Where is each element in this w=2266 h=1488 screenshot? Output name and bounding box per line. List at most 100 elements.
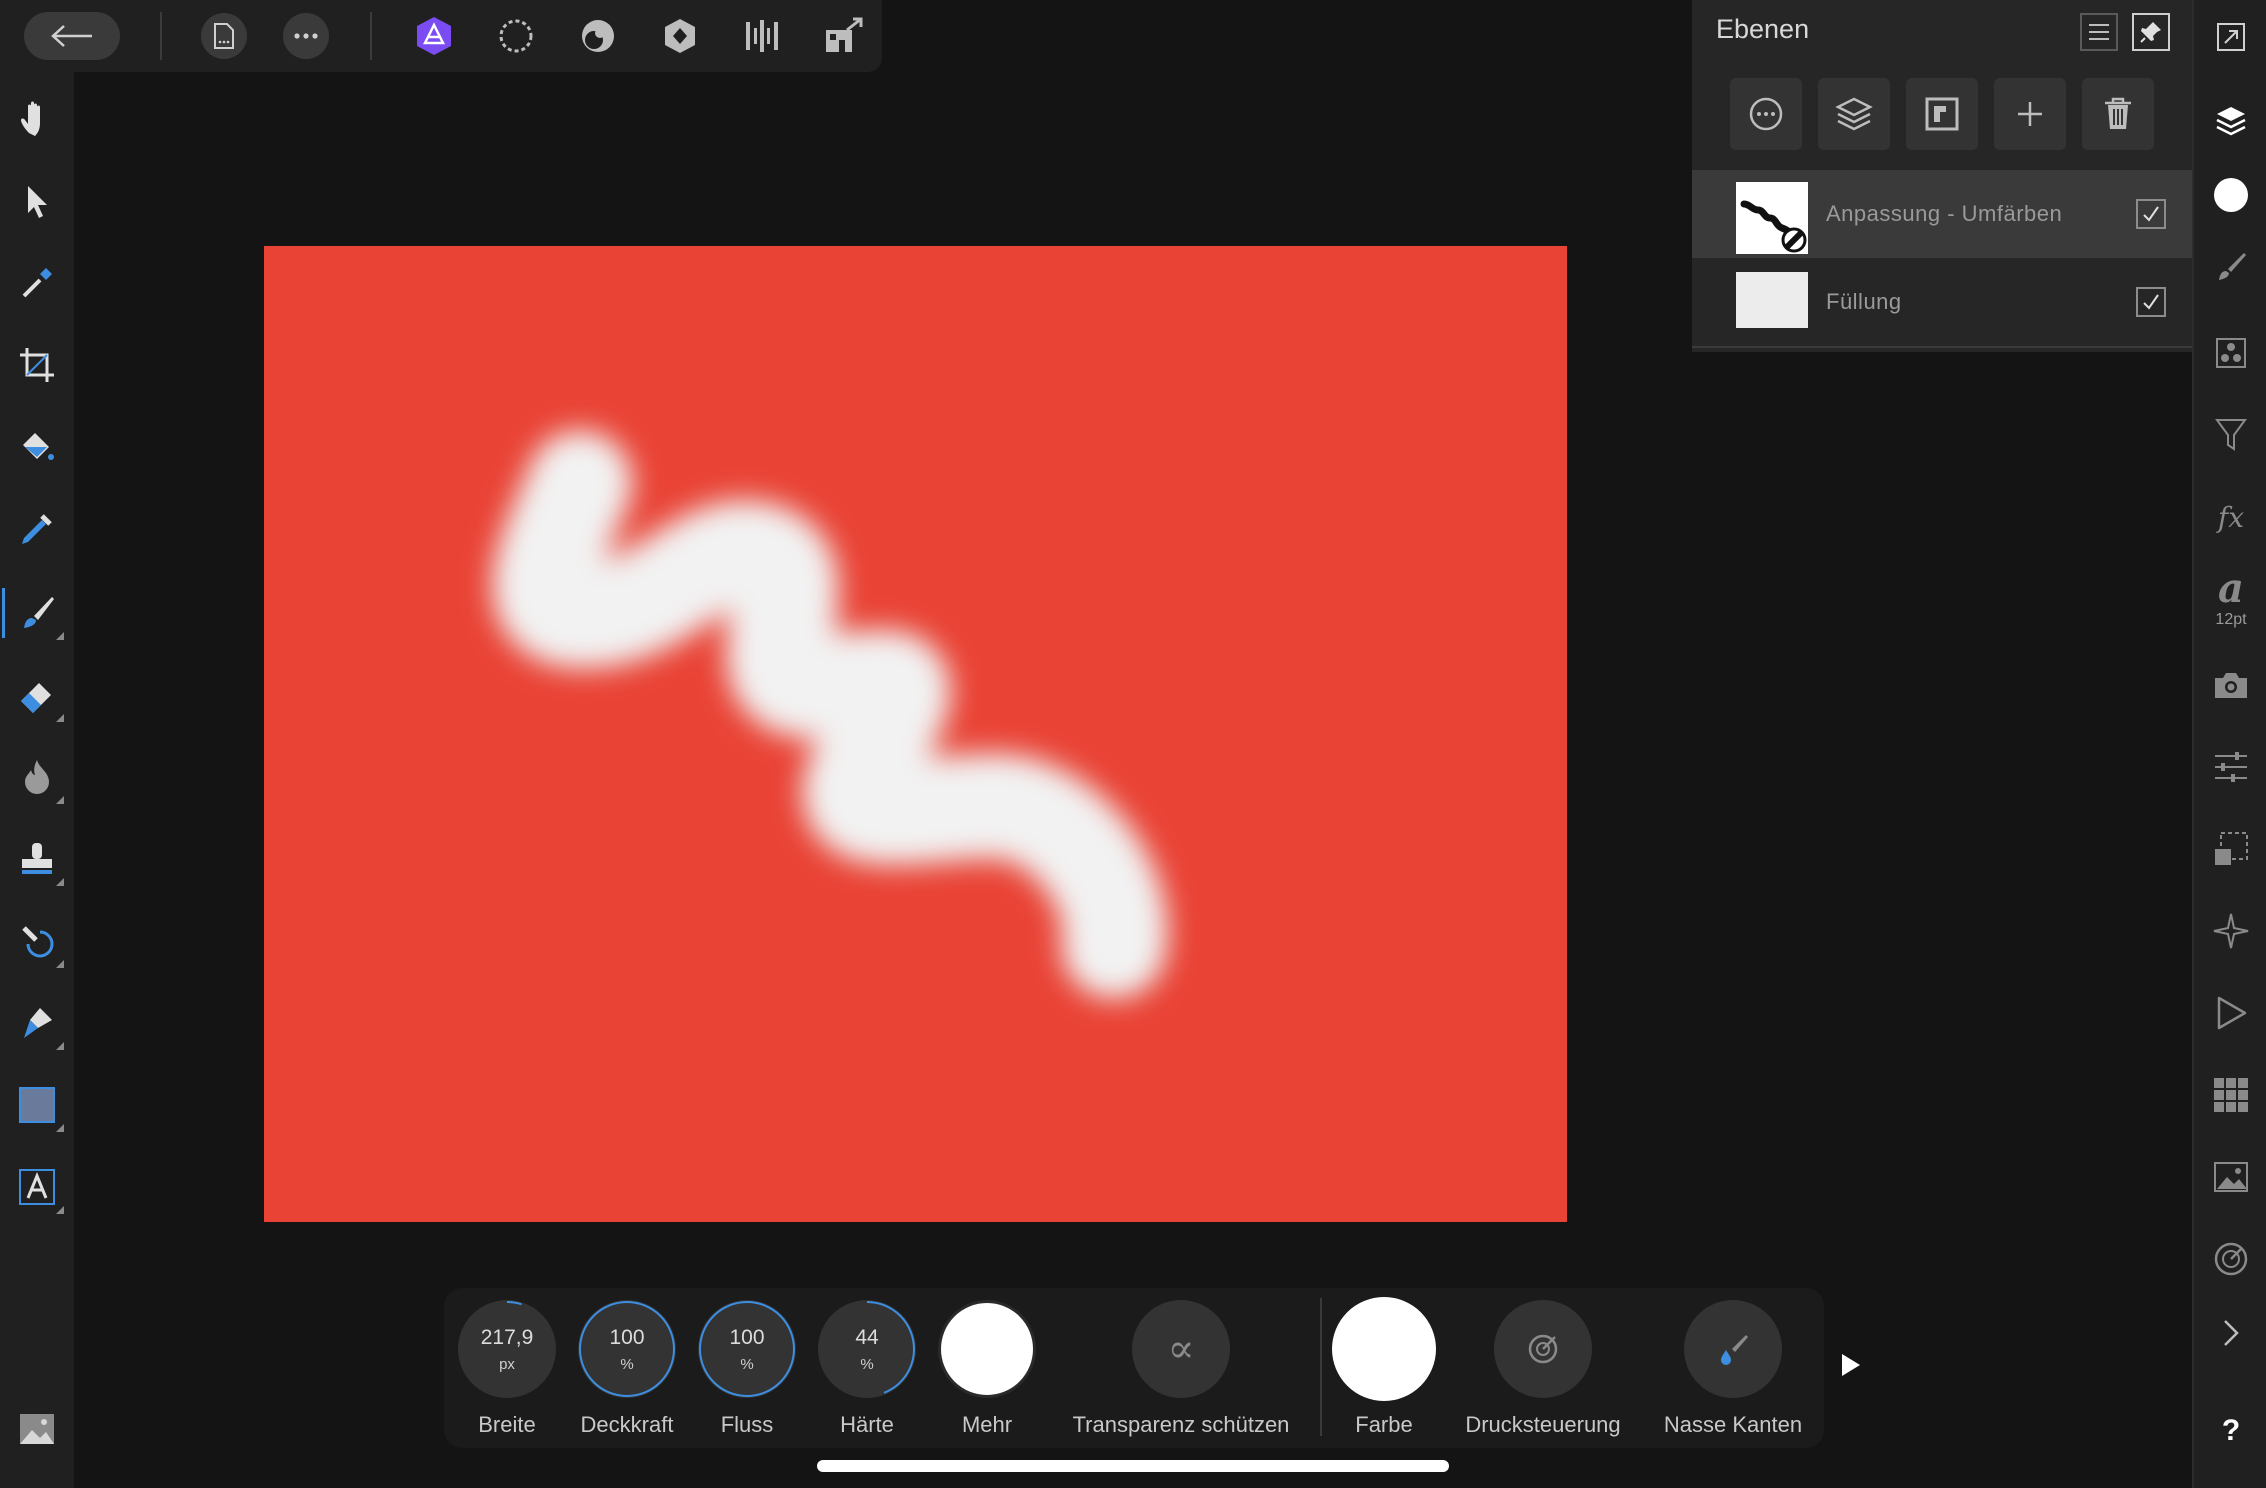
layer-options-button[interactable] [1730,78,1802,150]
layer-stack-button[interactable] [1818,78,1890,150]
photo-persona-button[interactable] [412,14,456,58]
selection-studio-button[interactable] [2204,822,2258,876]
assets-studio-button[interactable] [2204,326,2258,380]
opacity-value: 100 [609,1326,645,1349]
hardness-value: 44 [855,1326,879,1349]
layer-visibility-checkbox[interactable] [2136,287,2166,317]
adjustments-studio-button[interactable] [2204,408,2258,462]
alpha-icon: ∝ [1167,1326,1195,1372]
separator [160,12,162,60]
brush-colour-button[interactable] [1332,1297,1436,1401]
layer-visibility-checkbox[interactable] [2136,199,2166,229]
studio-toolbar: fx a 12pt ? [2192,0,2266,1488]
layers-icon [2216,107,2246,136]
color-picker-tool[interactable] [10,256,64,310]
add-layer-button[interactable] [1994,78,2066,150]
layer-row-recolour[interactable]: Anpassung - Umfärben [1692,170,2192,258]
width-unit: px [499,1356,515,1373]
text-frame-icon [19,1169,55,1205]
quick-mask-tool[interactable] [10,1402,64,1456]
add-mask-button[interactable] [1906,78,1978,150]
view-tool[interactable] [10,90,64,144]
photo-persona-icon [417,17,451,55]
erase-brush-tool[interactable] [10,668,64,722]
selection-brush-tool[interactable] [10,502,64,556]
document-button[interactable] [201,13,247,59]
wet-brush-icon [1721,1335,1748,1365]
navigator-compass-studio-button[interactable] [2204,904,2258,958]
text-tool[interactable] [10,1160,64,1214]
chevron-right-icon [2224,1320,2239,1346]
tool-settings-studio-button[interactable] [2204,1232,2258,1286]
toolbar-divider [1320,1298,1322,1436]
back-button[interactable] [24,12,120,60]
help-button[interactable]: ? [2204,1404,2258,1458]
colour-studio-button[interactable] [2204,168,2258,222]
layer-thumbnail [1736,272,1808,328]
selection-brush-icon [22,514,52,544]
trash-icon [2105,97,2131,129]
clone-brush-tool[interactable] [10,832,64,886]
flood-fill-tool[interactable] [10,420,64,474]
develop-persona-button[interactable] [576,14,620,58]
paint-bucket-icon [23,433,54,460]
move-tool[interactable] [10,174,64,228]
share-button[interactable] [822,14,866,58]
transform-studio-button[interactable] [2204,740,2258,794]
home-indicator[interactable] [817,1460,1449,1472]
navigator-studio-button[interactable] [2204,10,2258,64]
pressure-button[interactable] [1494,1300,1592,1398]
hardness-dial[interactable]: 44 % [818,1300,916,1398]
channels-studio-button[interactable] [2204,1068,2258,1122]
burn-brush-tool[interactable] [10,750,64,804]
back-arrow-icon [51,25,92,47]
layer-row-fill[interactable]: Füllung [1692,258,2192,346]
liquify-persona-icon [499,19,533,53]
width-dial[interactable]: 217,9 px [458,1300,556,1398]
panel-menu-button[interactable] [2080,13,2118,51]
rectangle-tool[interactable] [10,1078,64,1132]
document-canvas[interactable] [264,246,1567,1222]
crop-tool[interactable] [10,338,64,392]
flow-dial[interactable]: 100 % [698,1300,796,1398]
pin-panel-button[interactable] [2132,13,2170,51]
image-icon [2214,1162,2248,1192]
layers-stack-icon [1835,97,1873,131]
history-studio-button[interactable] [2204,1150,2258,1204]
brushes-studio-button[interactable] [2204,240,2258,294]
more-button[interactable] [283,13,329,59]
paint-brush-tool[interactable] [2,586,64,640]
share-icon [826,17,863,52]
brush-stroke [492,430,1168,999]
mask-icon [1925,97,1959,131]
stock-studio-button[interactable] [2204,658,2258,712]
selection-icon [2215,832,2248,865]
text-styles-studio-button[interactable]: a 12pt [2204,564,2258,634]
paint-brush-icon [24,597,54,628]
wet-edges-button[interactable] [1684,1300,1782,1398]
macro-studio-button[interactable] [2204,986,2258,1040]
tone-mapping-persona-button[interactable] [658,14,702,58]
delete-layer-button[interactable] [2082,78,2154,150]
play-outline-icon [2217,996,2247,1030]
pointer-icon [28,186,47,218]
effects-studio-button[interactable]: fx [2204,490,2258,544]
layer-name: Anpassung - Umfärben [1826,201,2063,226]
document-icon [214,23,234,49]
pen-tool[interactable] [10,996,64,1050]
layers-studio-button[interactable] [2204,94,2258,148]
pressure-target-icon [1528,1334,1558,1364]
expand-studio-button[interactable] [2204,1306,2258,1360]
subtools-indicator [56,1206,64,1214]
export-persona-icon [746,20,778,52]
opacity-dial[interactable]: 100 % [578,1300,676,1398]
protect-alpha-button[interactable]: ∝ [1132,1300,1230,1398]
subtools-indicator [56,878,64,886]
expand-context-toolbar-button[interactable] [1840,1352,1862,1382]
subtools-indicator [56,960,64,968]
undo-brush-tool[interactable] [10,914,64,968]
assets-icon [2216,338,2246,368]
liquify-persona-button[interactable] [494,14,538,58]
export-persona-button[interactable] [740,14,784,58]
brush-preview-more-button[interactable] [938,1300,1036,1398]
